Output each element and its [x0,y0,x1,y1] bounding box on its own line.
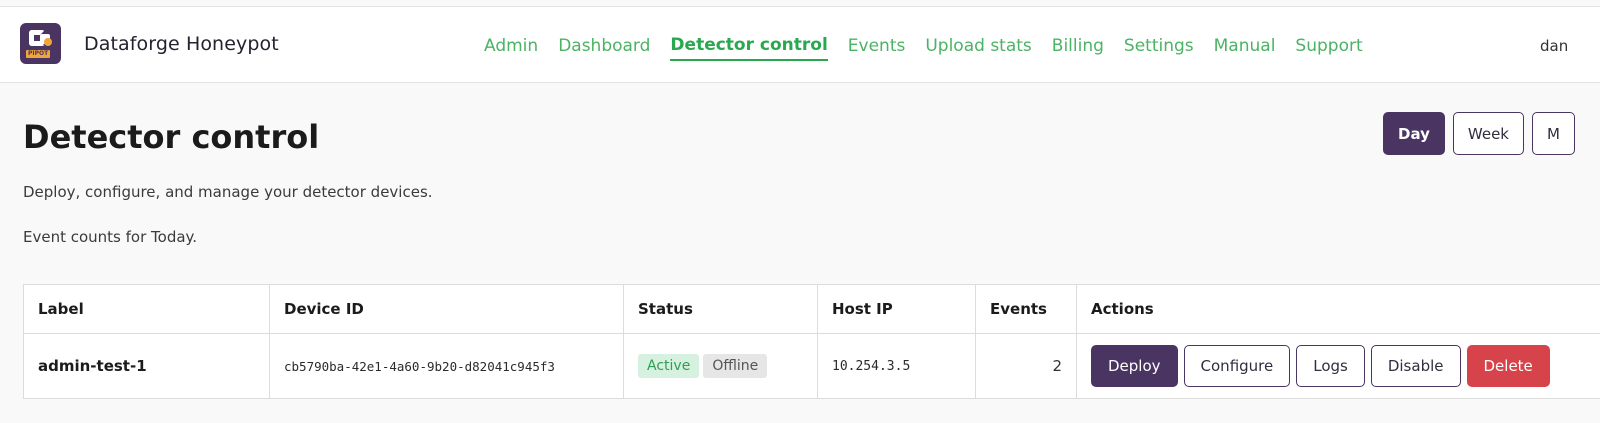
user-menu[interactable]: dan [1540,37,1568,55]
range-week-button[interactable]: Week [1452,112,1524,155]
column-header-host-ip: Host IP [817,284,976,334]
event-count: 2 [975,333,1077,399]
nav-link-dashboard[interactable]: Dashboard [558,33,650,61]
page-description: Deploy, configure, and manage your detec… [23,183,433,201]
logo-badge: PIPOT [26,50,51,58]
event-counts-note: Event counts for Today. [23,228,198,246]
page-title: Detector control [23,118,320,156]
nav-link-support[interactable]: Support [1295,33,1362,61]
column-header-device-id: Device ID [269,284,624,334]
range-month-button[interactable]: M [1532,112,1575,155]
status-badge-offline: Offline [703,354,768,378]
column-header-events: Events [975,284,1077,334]
status-cell: Active Offline [623,333,818,399]
actions-cell: Deploy Configure Logs Disable Delete [1076,333,1600,399]
nav-link-detector-control[interactable]: Detector control [670,33,828,61]
main-nav: Admin Dashboard Detector control Events … [484,33,1383,61]
table-row: admin-test-1 cb5790ba-42e1-4a60-9b20-d82… [23,333,1600,399]
detector-table: Label Device ID Status Host IP Events Ac… [23,284,1600,399]
app-logo-icon[interactable]: PIPOT [20,23,61,64]
configure-button[interactable]: Configure [1183,345,1291,387]
range-day-button[interactable]: Day [1383,112,1445,155]
column-header-label: Label [23,284,270,334]
table-header-row: Label Device ID Status Host IP Events Ac… [23,284,1600,334]
nav-link-events[interactable]: Events [848,33,906,61]
logs-button[interactable]: Logs [1296,345,1365,387]
disable-button[interactable]: Disable [1370,345,1461,387]
delete-button[interactable]: Delete [1466,345,1550,387]
nav-link-settings[interactable]: Settings [1124,33,1194,61]
top-navigation-bar: PIPOT Dataforge Honeypot Admin Dashboard… [0,6,1600,83]
nav-link-upload-stats[interactable]: Upload stats [925,33,1031,61]
detector-label: admin-test-1 [23,333,270,399]
app-name[interactable]: Dataforge Honeypot [84,33,279,55]
device-id: cb5790ba-42e1-4a60-9b20-d82041c945f3 [269,333,624,399]
column-header-actions: Actions [1076,284,1600,334]
deploy-button[interactable]: Deploy [1091,345,1178,387]
host-ip: 10.254.3.5 [817,333,976,399]
status-badge-active: Active [638,354,700,378]
nav-link-billing[interactable]: Billing [1052,33,1104,61]
time-range-selector: Day Week M [1383,112,1583,155]
nav-link-manual[interactable]: Manual [1214,33,1276,61]
page: PIPOT Dataforge Honeypot Admin Dashboard… [0,0,1600,423]
column-header-status: Status [623,284,818,334]
nav-link-admin[interactable]: Admin [484,33,538,61]
